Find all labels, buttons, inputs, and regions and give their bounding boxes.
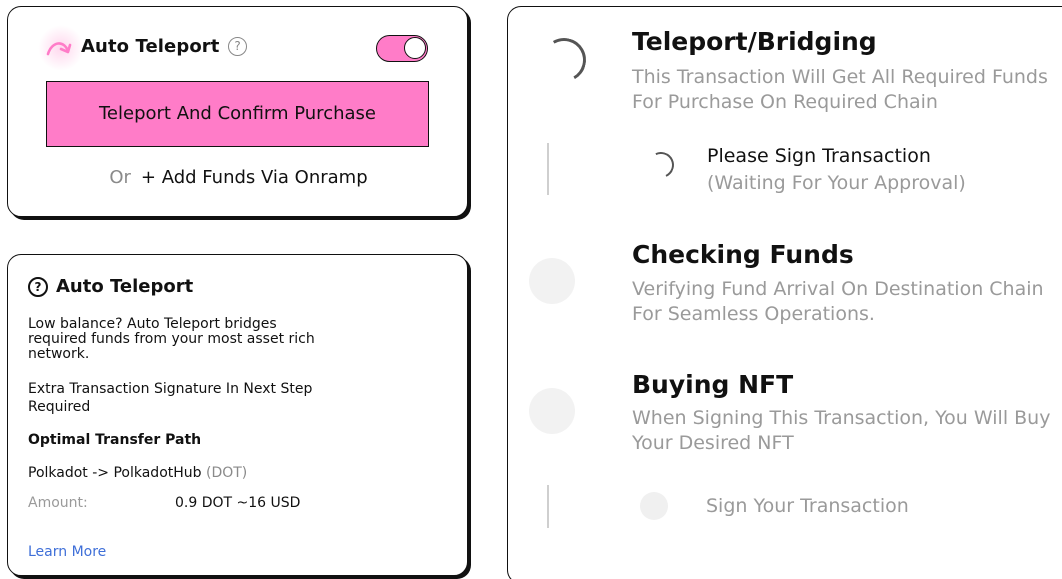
tooltip-extra-signature: Extra Transaction Signature In Next Step… — [28, 381, 313, 415]
transaction-steps-panel: Teleport/Bridging This Transaction Will … — [507, 6, 1062, 579]
step-title: Teleport/Bridging — [632, 27, 877, 56]
add-funds-onramp-link[interactable]: + Add Funds Via Onramp — [141, 167, 368, 188]
step-spinner-icon — [537, 33, 591, 87]
auto-teleport-tooltip: ? Auto Teleport Low balance? Auto Telepo… — [7, 254, 468, 576]
auto-teleport-header: Auto Teleport ? — [38, 25, 441, 71]
transfer-path-heading: Optimal Transfer Path — [28, 432, 202, 448]
teleport-confirm-button[interactable]: Teleport And Confirm Purchase — [46, 81, 429, 147]
help-icon[interactable]: ? — [228, 37, 247, 56]
or-label: Or — [109, 167, 131, 188]
transfer-path-token: (DOT) — [205, 465, 248, 481]
substep-label: Sign Your Transaction — [706, 495, 909, 517]
substep-sublabel: (Waiting For Your Approval) — [707, 172, 966, 194]
tooltip-description: Low balance? Auto Teleport bridges requi… — [28, 316, 315, 362]
step-title: Checking Funds — [632, 240, 854, 269]
onramp-row: Or + Add Funds Via Onramp — [8, 167, 469, 188]
help-icon: ? — [28, 277, 48, 297]
teleport-arrow-icon — [46, 42, 72, 56]
step-connector — [547, 143, 549, 195]
amount-value: 0.9 DOT ~16 USD — [175, 495, 301, 511]
auto-teleport-toggle[interactable] — [376, 35, 428, 62]
transfer-path-chains: Polkadot -> PolkadotHub — [28, 465, 202, 481]
learn-more-link[interactable]: Learn More — [28, 544, 106, 560]
amount-label: Amount: — [28, 495, 88, 511]
step-title: Buying NFT — [632, 370, 794, 399]
step-connector — [547, 485, 549, 528]
step-pending-dot-icon — [529, 258, 575, 304]
step-pending-dot-icon — [529, 388, 575, 434]
toggle-knob — [404, 37, 426, 59]
substep-spinner-icon — [644, 148, 678, 182]
auto-teleport-title: Auto Teleport — [81, 36, 220, 57]
step-description: This Transaction Will Get All Required F… — [632, 66, 1048, 113]
tooltip-title: Auto Teleport — [56, 276, 194, 297]
substep-pending-dot-icon — [640, 492, 668, 520]
substep-label: Please Sign Transaction — [707, 145, 931, 167]
transfer-path: Polkadot -> PolkadotHub (DOT) — [28, 465, 247, 481]
auto-teleport-card: Auto Teleport ? Teleport And Confirm Pur… — [7, 6, 468, 217]
step-description: Verifying Fund Arrival On Destination Ch… — [632, 278, 1044, 325]
step-description: When Signing This Transaction, You Will … — [632, 407, 1051, 454]
